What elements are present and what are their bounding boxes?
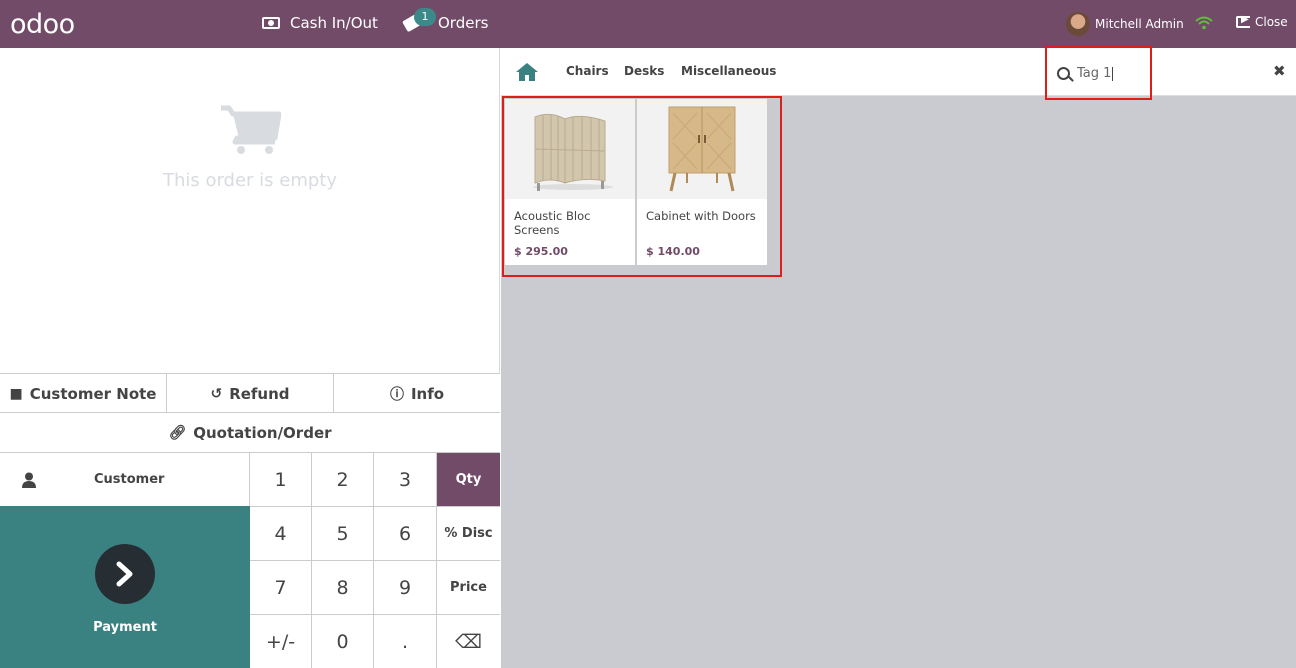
user-icon xyxy=(22,472,36,488)
note-icon: ■ xyxy=(9,385,23,402)
orders-count-badge: 1 xyxy=(414,8,436,26)
clear-search-icon[interactable]: ✖ xyxy=(1273,62,1286,80)
payment-button[interactable]: Payment xyxy=(0,506,250,668)
qty-mode-button[interactable]: Qty xyxy=(437,452,500,506)
cash-in-out-label: Cash In/Out xyxy=(290,14,378,32)
close-label: Close xyxy=(1255,15,1288,29)
customer-note-button[interactable]: ■ Customer Note xyxy=(0,374,167,413)
home-icon[interactable] xyxy=(515,62,539,86)
quotation-row: 🔗︎ Quotation/Order xyxy=(0,412,500,452)
numpad-key-9[interactable]: 9 xyxy=(374,560,437,614)
sign-out-icon xyxy=(1236,14,1250,28)
user-name: Mitchell Admin xyxy=(1095,17,1184,31)
category-bar: Chairs Desks Miscellaneous Tag 1 ✖ xyxy=(501,48,1296,96)
empty-order-text: This order is empty xyxy=(162,170,338,191)
numpad-key-2[interactable]: 2 xyxy=(312,452,374,506)
numpad-key-5[interactable]: 5 xyxy=(312,506,374,560)
numpad-key-4[interactable]: 4 xyxy=(250,506,312,560)
undo-icon: ↺ xyxy=(210,385,223,402)
product-panel: Chairs Desks Miscellaneous Tag 1 ✖ Acous… xyxy=(501,46,1296,668)
category-desks[interactable]: Desks xyxy=(624,64,664,78)
numpad-sign-key[interactable]: +/- xyxy=(250,614,312,668)
numpad-decimal-key[interactable]: . xyxy=(374,614,437,668)
empty-order: This order is empty xyxy=(0,104,500,191)
discount-mode-button[interactable]: % Disc xyxy=(437,506,500,560)
customer-label: Customer xyxy=(94,472,165,487)
products-highlight-box xyxy=(502,96,782,277)
cart-icon xyxy=(219,104,282,156)
numpad-key-6[interactable]: 6 xyxy=(374,506,437,560)
numpad: 1 2 3 Qty 4 5 6 % Disc 7 8 9 Price +/- 0… xyxy=(250,452,500,668)
cash-in-out-button[interactable]: Cash In/Out xyxy=(262,14,378,32)
backspace-icon[interactable]: ⌫ xyxy=(437,614,500,668)
search-highlight-box xyxy=(1045,46,1152,100)
info-button[interactable]: ⓘ Info xyxy=(334,374,500,413)
top-navbar: odoo Cash In/Out Orders 1 Mitchell Admin… xyxy=(0,0,1296,48)
category-miscellaneous[interactable]: Miscellaneous xyxy=(681,64,776,78)
link-icon: 🔗︎ xyxy=(168,424,187,441)
orders-label: Orders xyxy=(438,14,489,32)
numpad-key-1[interactable]: 1 xyxy=(250,452,312,506)
control-buttons-row: ■ Customer Note ↺ Refund ⓘ Info xyxy=(0,373,500,413)
money-icon xyxy=(262,17,280,29)
category-chairs[interactable]: Chairs xyxy=(566,64,609,78)
user-menu[interactable]: Mitchell Admin xyxy=(1066,12,1184,36)
info-icon: ⓘ xyxy=(389,386,404,403)
close-button[interactable]: Close xyxy=(1236,14,1288,29)
info-label: Info xyxy=(410,384,445,403)
refund-label: Refund xyxy=(229,384,290,403)
numpad-key-3[interactable]: 3 xyxy=(374,452,437,506)
price-mode-button[interactable]: Price xyxy=(437,560,500,614)
wifi-icon xyxy=(1195,15,1213,34)
payment-label: Payment xyxy=(93,620,157,635)
quotation-order-button[interactable]: 🔗︎ Quotation/Order xyxy=(0,413,500,452)
chevron-right-icon xyxy=(95,544,155,604)
customer-button[interactable]: Customer xyxy=(0,452,250,506)
customer-note-label: Customer Note xyxy=(29,384,157,403)
order-panel: This order is empty ■ Customer Note ↺ Re… xyxy=(0,48,500,668)
refund-button[interactable]: ↺ Refund xyxy=(167,374,334,413)
numpad-key-7[interactable]: 7 xyxy=(250,560,312,614)
quotation-order-label: Quotation/Order xyxy=(193,423,332,442)
numpad-key-8[interactable]: 8 xyxy=(312,560,374,614)
odoo-logo: odoo xyxy=(10,9,75,40)
avatar xyxy=(1066,12,1090,36)
numpad-key-0[interactable]: 0 xyxy=(312,614,374,668)
